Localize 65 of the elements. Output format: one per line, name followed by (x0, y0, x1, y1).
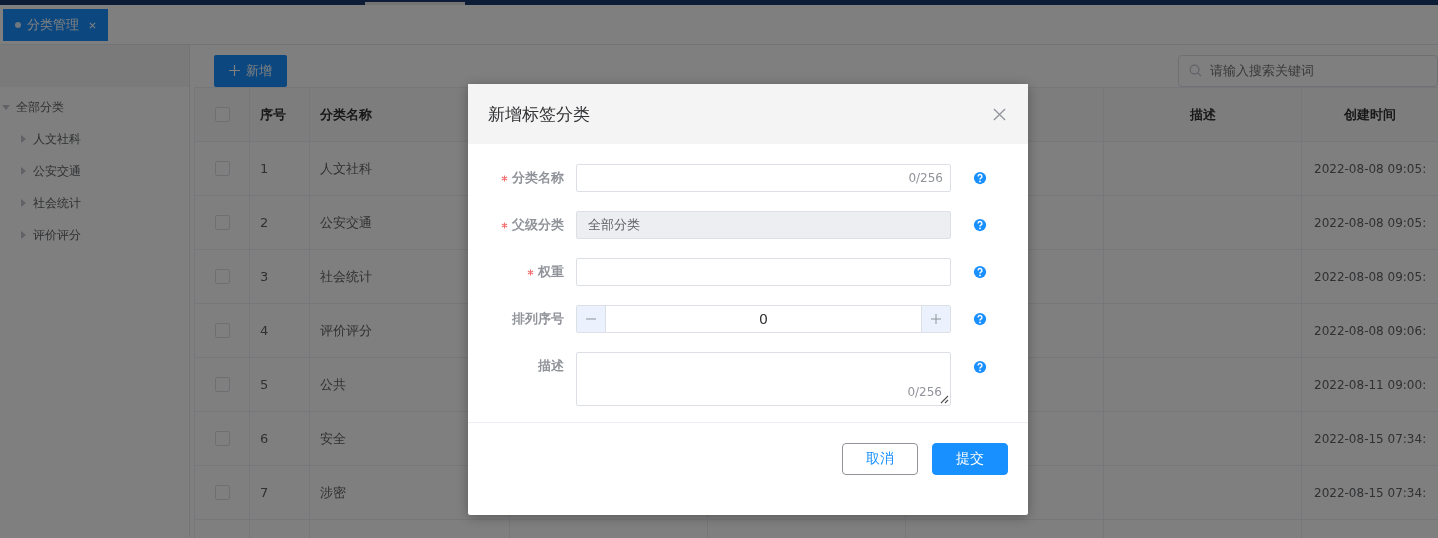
tree-item[interactable]: 社会统计 (0, 187, 189, 219)
submit-button[interactable]: 提交 (932, 443, 1008, 475)
caret-icon[interactable] (19, 167, 27, 175)
caret-icon[interactable] (19, 199, 27, 207)
caret-icon[interactable] (19, 135, 27, 143)
table-cell: 安全 (320, 430, 346, 446)
tree-item[interactable]: 人文社科 (0, 123, 189, 155)
caret-icon[interactable] (19, 231, 27, 239)
dialog-title: 新增标签分类 (488, 102, 590, 126)
char-counter: 0/256 (907, 385, 942, 399)
table-cell: 6 (260, 431, 269, 446)
table-cell: 2022-08-08 09:05: (1314, 269, 1427, 284)
help-icon[interactable] (973, 265, 987, 279)
table-cell: 2022-08-08 09:05: (1314, 161, 1427, 176)
table-cell: 人文社科 (320, 160, 372, 176)
table-cell: 2022-08-15 07:34: (1314, 485, 1427, 500)
table-cell: 评价评分 (320, 322, 372, 338)
tree-item[interactable]: 评价评分 (0, 219, 189, 251)
table-cell: 3 (260, 269, 269, 284)
table-cell: 4 (260, 323, 269, 338)
table-cell: 7 (260, 485, 269, 500)
increment-button[interactable] (921, 306, 950, 332)
plus-icon (229, 65, 240, 76)
table-cell: 5 (260, 377, 269, 392)
table-cell: 2022-08-08 09:05: (1314, 215, 1427, 230)
close-icon[interactable] (993, 107, 1006, 121)
number-stepper[interactable]: 0 (576, 305, 951, 333)
input-field[interactable] (576, 164, 951, 192)
tree-item[interactable]: 全部分类 (0, 91, 189, 123)
table-cell: 公共 (320, 376, 346, 392)
field-label: 权重 (538, 263, 564, 281)
table-cell: 2022-08-15 07:34: (1314, 431, 1427, 446)
help-icon[interactable] (973, 312, 987, 326)
table-cell: 社会统计 (320, 268, 372, 284)
input-field[interactable] (576, 258, 951, 286)
help-icon[interactable] (973, 171, 987, 185)
table-cell: 1 (260, 161, 269, 176)
add-button[interactable]: 新增 (214, 54, 287, 87)
table-cell: 2022-08-11 09:00: (1314, 377, 1427, 392)
tree-item[interactable]: 公安交通 (0, 155, 189, 187)
column-header: 描述 (1188, 105, 1217, 124)
table-cell: 2 (260, 215, 269, 230)
help-icon[interactable] (973, 360, 987, 374)
cancel-button[interactable]: 取消 (842, 443, 918, 475)
search-icon (1189, 63, 1202, 77)
field-label: 排列序号 (512, 310, 564, 328)
column-header: 序号 (260, 106, 286, 122)
page-tab[interactable]: 分类管理 (3, 9, 108, 41)
caret-icon[interactable] (2, 103, 10, 111)
field-label: 父级分类 (512, 216, 564, 234)
column-header: 分类名称 (320, 106, 372, 122)
search-field[interactable]: 请输入搜索关键词 (1178, 54, 1438, 87)
table-cell: 涉密 (320, 484, 346, 500)
decrement-button[interactable] (577, 306, 606, 332)
column-header: 创建时间 (1343, 105, 1397, 124)
field-label: 描述 (538, 357, 564, 375)
char-counter: 0/256 (908, 171, 943, 185)
field-label: 分类名称 (512, 169, 564, 187)
table-cell: 2022-08-08 09:06: (1314, 323, 1427, 338)
table-cell: 公安交通 (320, 214, 372, 230)
resize-handle-icon[interactable] (939, 394, 949, 404)
dot-icon (15, 22, 21, 28)
textarea-field[interactable]: 0/256 (576, 352, 951, 406)
plus-icon (931, 314, 941, 324)
help-icon[interactable] (973, 218, 987, 232)
